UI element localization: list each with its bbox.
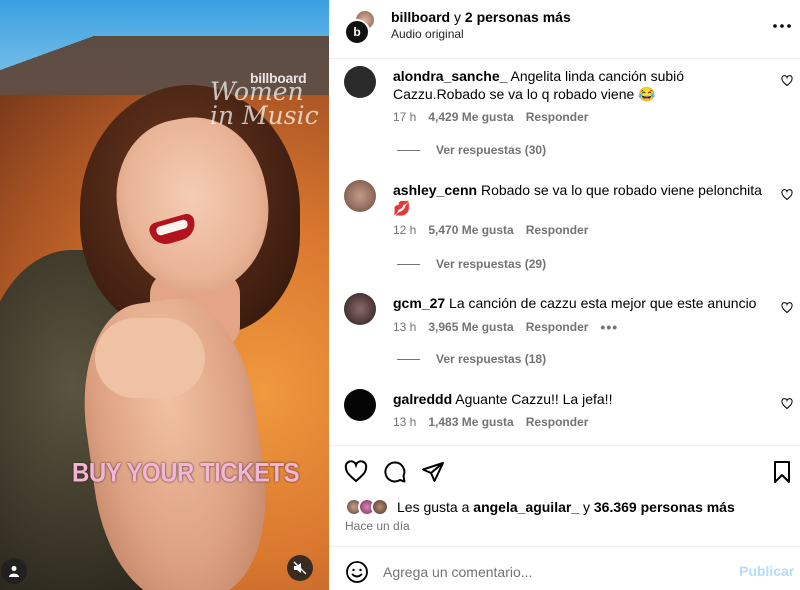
comment-options-button[interactable]: ••• <box>600 319 618 335</box>
comment-meta: 13 h 3,965 Me gusta Responder ••• <box>393 319 618 335</box>
view-replies-button[interactable]: Ver respuestas (18) <box>397 352 546 366</box>
commenter-avatar[interactable] <box>344 293 376 325</box>
comment-time[interactable]: 13 h <box>393 320 416 334</box>
liker-username[interactable]: angela_aguilar_ <box>473 499 579 515</box>
reply-button[interactable]: Responder <box>526 223 589 237</box>
view-replies-label: Ver respuestas (29) <box>436 257 547 271</box>
view-replies-button[interactable]: Ver respuestas (29) <box>397 257 546 271</box>
user-icon <box>9 566 19 577</box>
likes-count[interactable]: 36.369 personas más <box>594 499 735 515</box>
header-accounts[interactable]: billboard y 2 personas más <box>391 9 571 25</box>
like-comment-button[interactable] <box>781 397 795 411</box>
reply-button[interactable]: Responder <box>526 110 589 124</box>
header-avatar[interactable]: b <box>344 9 376 45</box>
publish-button[interactable]: Publicar <box>739 563 794 579</box>
heart-icon <box>781 189 793 201</box>
comment-likes[interactable]: 5,470 Me gusta <box>428 223 513 237</box>
save-button[interactable] <box>770 460 794 484</box>
likes-connector: y <box>583 499 590 515</box>
comment-composer: Publicar <box>329 546 800 590</box>
liker-avatars[interactable] <box>345 497 393 517</box>
comment-likes[interactable]: 4,429 Me gusta <box>428 110 513 124</box>
heart-icon <box>344 460 368 483</box>
comment-input[interactable] <box>383 560 723 584</box>
comment-body: alondra_sanche_ Angelita linda canción s… <box>393 67 773 103</box>
comment-likes[interactable]: 3,965 Me gusta <box>428 320 513 334</box>
share-button[interactable] <box>421 460 445 484</box>
other-accounts[interactable]: 2 personas más <box>465 9 571 25</box>
view-replies-label: Ver respuestas (18) <box>436 352 547 366</box>
comment-likes[interactable]: 1,483 Me gusta <box>428 415 513 429</box>
comment-username[interactable]: ashley_cenn <box>393 182 477 198</box>
comment-icon <box>384 461 406 483</box>
view-replies-label: Ver respuestas (30) <box>436 143 547 157</box>
like-comment-button[interactable] <box>781 74 795 88</box>
billboard-avatar: b <box>344 19 370 45</box>
post-timestamp[interactable]: Hace un día <box>345 519 410 533</box>
overlay-caption: BUY YOUR TICKETS <box>72 458 300 489</box>
post-actions <box>329 445 800 495</box>
hand-figure <box>95 318 205 398</box>
replies-line <box>397 263 420 265</box>
commenter-avatar[interactable] <box>344 389 376 421</box>
mute-button[interactable] <box>287 555 313 581</box>
likes-prefix: Les gusta a <box>397 499 470 515</box>
comment-body: gcm_27 La canción de cazzu esta mejor qu… <box>393 294 773 312</box>
reply-button[interactable]: Responder <box>526 320 589 334</box>
comment-username[interactable]: gcm_27 <box>393 295 445 311</box>
post-panel: b billboard y 2 personas más Audio origi… <box>329 0 800 590</box>
watermark-title: Women in Music <box>210 77 319 130</box>
like-post-button[interactable] <box>344 460 368 484</box>
more-icon <box>773 24 791 28</box>
comment-username[interactable]: alondra_sanche_ <box>393 68 507 84</box>
heart-icon <box>781 398 793 410</box>
more-options-button[interactable] <box>770 14 794 38</box>
comment-text: La canción de cazzu esta mejor que este … <box>449 295 757 311</box>
comment-button[interactable] <box>383 460 407 484</box>
audio-label[interactable]: Audio original <box>391 27 464 41</box>
comment-body: galreddd Aguante Cazzu!! La jefa!! <box>393 390 773 408</box>
video-player[interactable]: billboard Women in Music BUY YOUR TICKET… <box>0 0 329 590</box>
comment-meta: 12 h 5,470 Me gusta Responder <box>393 223 588 237</box>
heart-icon <box>781 75 793 87</box>
emoji-icon <box>346 561 368 583</box>
like-comment-button[interactable] <box>781 188 795 202</box>
tagged-users-button[interactable] <box>1 558 27 584</box>
bookmark-icon <box>774 461 790 483</box>
likes-summary: Les gusta a angela_aguilar_ y 36.369 per… <box>345 497 735 517</box>
commenter-avatar[interactable] <box>344 180 376 212</box>
replies-line <box>397 358 420 360</box>
send-icon <box>422 462 444 482</box>
comment-meta: 17 h 4,429 Me gusta Responder <box>393 110 588 124</box>
liker-avatar <box>371 498 389 516</box>
comment-time[interactable]: 13 h <box>393 415 416 429</box>
commenter-avatar[interactable] <box>344 66 376 98</box>
like-comment-button[interactable] <box>781 301 795 315</box>
heart-icon <box>781 302 793 314</box>
header-connector: y <box>454 9 462 25</box>
comment-text: Aguante Cazzu!! La jefa!! <box>455 391 613 407</box>
replies-line <box>397 149 420 151</box>
comment-time[interactable]: 17 h <box>393 110 416 124</box>
emoji-button[interactable] <box>345 560 369 584</box>
reply-button[interactable]: Responder <box>526 415 589 429</box>
comment-body: ashley_cenn Robado se va lo que robado v… <box>393 181 773 217</box>
post-header: b billboard y 2 personas más Audio origi… <box>329 0 800 59</box>
account-name[interactable]: billboard <box>391 9 450 25</box>
view-replies-button[interactable]: Ver respuestas (30) <box>397 143 546 157</box>
comment-time[interactable]: 12 h <box>393 223 416 237</box>
mute-icon <box>293 561 307 575</box>
comment-username[interactable]: galreddd <box>393 391 452 407</box>
comment-meta: 13 h 1,483 Me gusta Responder <box>393 415 588 429</box>
